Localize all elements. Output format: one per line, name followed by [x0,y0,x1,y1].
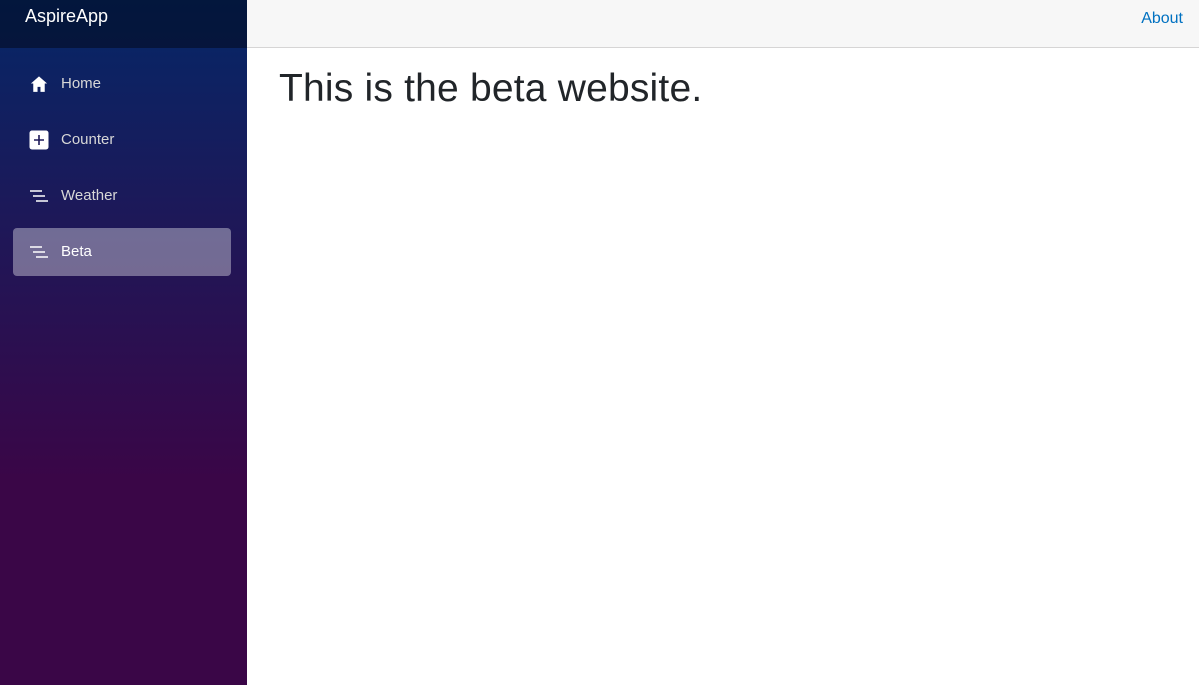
nav-link-weather[interactable]: Weather [13,172,231,220]
sidebar-item-beta: Beta [0,224,247,280]
list-icon [29,242,49,262]
content: This is the beta website. [247,48,1199,131]
top-row: About [247,0,1199,48]
nav-link-beta[interactable]: Beta [13,228,231,276]
sidebar-item-label: Home [61,75,102,92]
list-icon [29,186,49,206]
sidebar-item-weather: Weather [0,168,247,224]
sidebar-item-label: Counter [61,131,115,148]
page-title: This is the beta website. [279,67,703,110]
sidebar-item-label: Weather [61,187,118,204]
sidebar-item-counter: Counter [0,112,247,168]
app-shell: AspireApp Home Counter Weather Beta Abou… [0,0,1199,685]
sidebar: AspireApp Home Counter Weather Beta [0,0,247,685]
brand-link[interactable]: AspireApp [25,6,108,27]
home-icon [29,74,49,94]
about-link[interactable]: About [1141,10,1183,28]
sidebar-item-home: Home [0,56,247,112]
brand-bar: AspireApp [0,0,247,48]
nav-link-home[interactable]: Home [13,60,231,108]
nav-link-counter[interactable]: Counter [13,116,231,164]
main-area: About This is the beta website. [247,0,1199,685]
sidebar-nav: Home Counter Weather Beta [0,48,247,280]
sidebar-item-label: Beta [61,243,92,260]
plus-square-icon [29,130,49,150]
